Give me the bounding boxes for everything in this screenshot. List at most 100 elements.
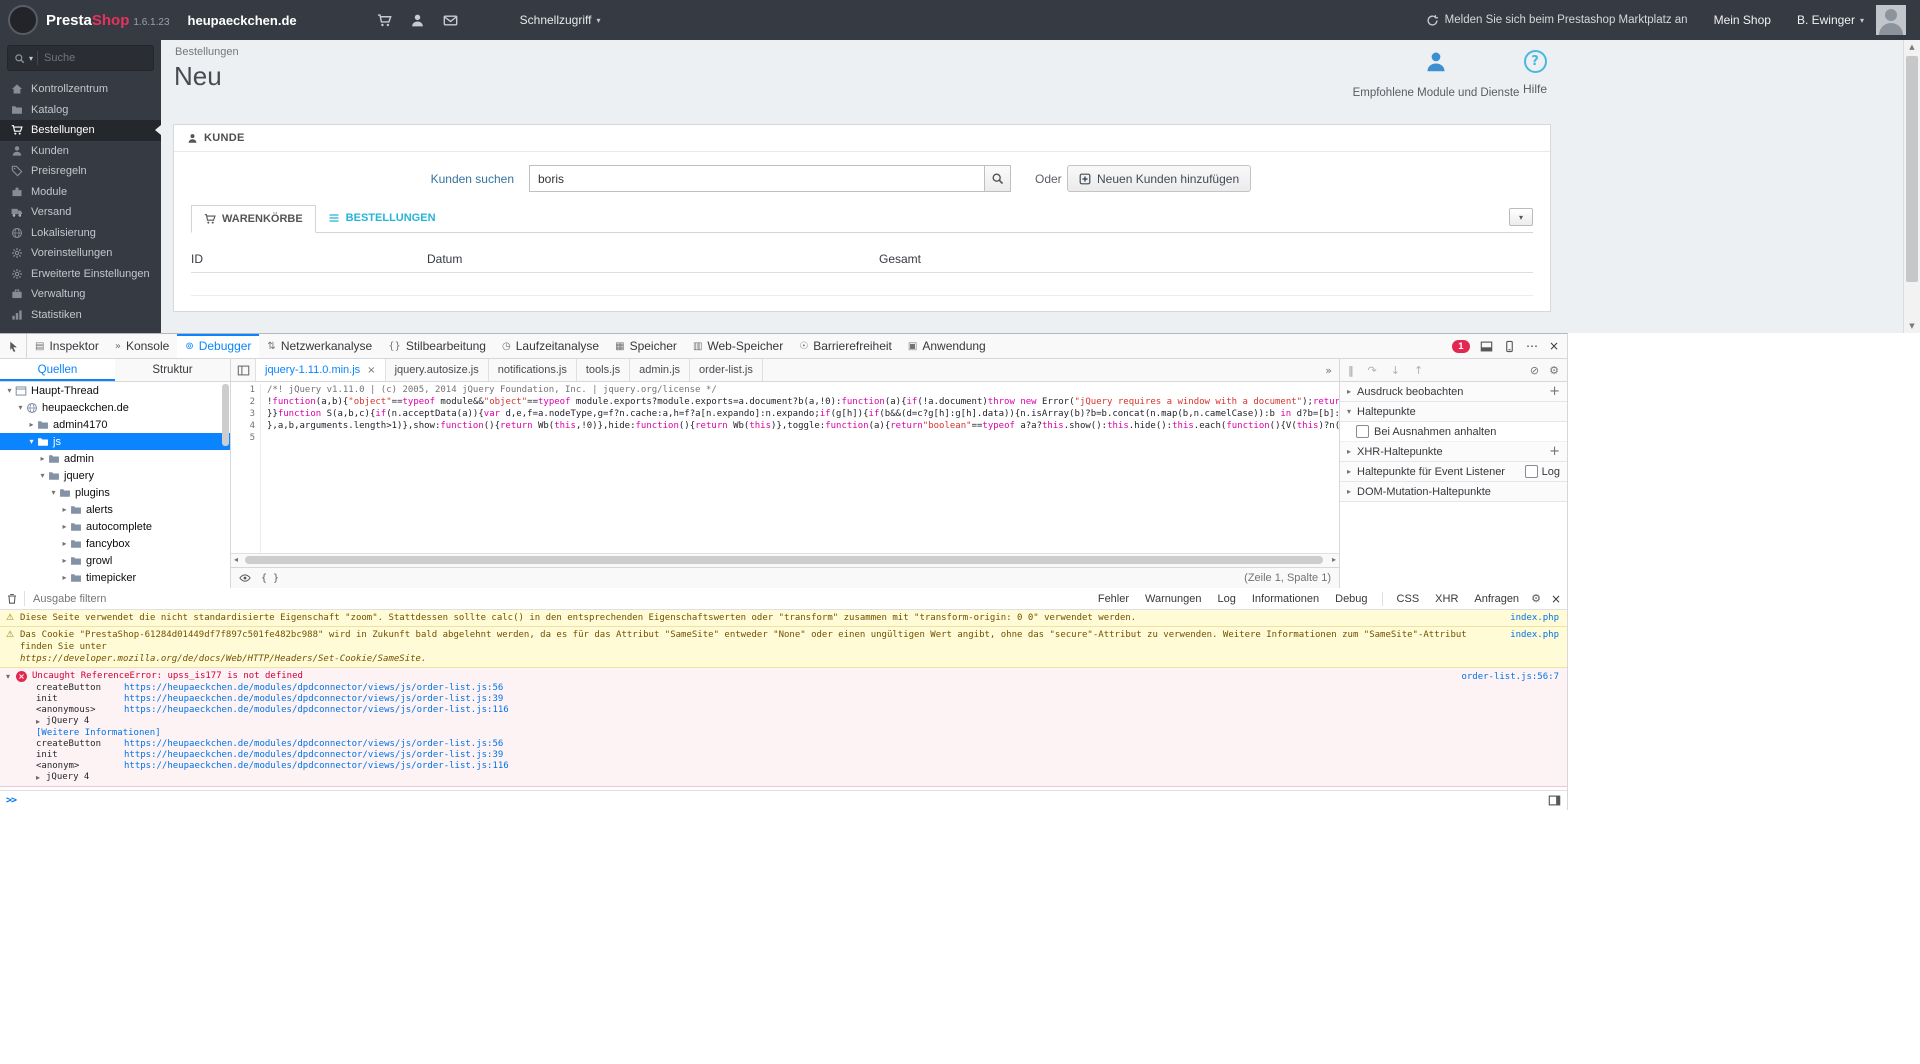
section-ausdruck-beobachten[interactable]: ▸ Ausdruck beobachten + [1340,382,1567,402]
sidebar-item-lokalisierung[interactable]: Lokalisierung [0,223,161,244]
quick-access-menu[interactable]: Schnellzugriff ▾ [520,13,601,27]
sidebar-item-voreinstellungen[interactable]: Voreinstellungen [0,243,161,264]
add-icon[interactable]: + [1549,444,1560,459]
filter-fehler[interactable]: Fehler [1092,592,1135,606]
marketplace-link[interactable]: Melden Sie sich beim Prestashop Marktpla… [1426,14,1688,27]
expand-caret-icon[interactable]: ▸ [26,420,37,429]
clear-console-icon[interactable] [6,593,18,605]
tree-item-fancybox[interactable]: ▸ fancybox [0,535,230,552]
messages-icon[interactable] [443,13,458,28]
filter-xhr[interactable]: XHR [1429,592,1464,606]
message-location[interactable]: index.php [1510,612,1559,624]
tree-item-admin4170[interactable]: ▸ admin4170 [0,416,230,433]
split-console-icon[interactable] [1480,340,1493,353]
pause-on-exceptions-row[interactable]: Bei Ausnahmen anhalten [1340,422,1567,442]
sidebar-item-verwaltung[interactable]: Verwaltung [0,284,161,305]
collapse-caret-icon[interactable]: ▾ [15,403,26,412]
expand-caret-icon[interactable]: ▸ [59,522,70,531]
my-shop-link[interactable]: Mein Shop [1714,13,1771,27]
collapse-caret-icon[interactable]: ▾ [26,437,37,446]
stack-link[interactable]: https://heupaeckchen.de/modules/dpdconne… [124,739,503,750]
recommended-modules-link[interactable]: Empfohlene Module und Dienste [1351,50,1521,99]
file-tab-notifications-js[interactable]: notifications.js [489,359,577,381]
tree-item-heupaeckchen-de[interactable]: ▾ heupaeckchen.de [0,399,230,416]
blackbox-source-icon[interactable] [239,572,251,584]
stack-group[interactable]: ▸ jQuery 4 [36,772,1559,783]
step-in-icon[interactable]: ↓ [1391,364,1400,377]
filter-css[interactable]: CSS [1391,592,1426,606]
log-checkbox[interactable] [1524,465,1538,478]
expand-caret-icon[interactable]: ▸ [37,454,48,463]
scroll-left-icon[interactable]: ◂ [234,555,238,564]
console-prompt[interactable]: >> [0,790,1567,810]
expand-caret-icon[interactable]: ▸ [59,556,70,565]
expand-caret-icon[interactable]: ▸ [36,716,46,727]
devtools-tab-netzwerkanalyse[interactable]: ⇅ Netzwerkanalyse [259,334,380,358]
devtools-tab-barrierefreiheit[interactable]: ☉ Barrierefreiheit [791,334,900,358]
close-tab-icon[interactable]: × [367,365,375,376]
section-xhr-haltepunkte[interactable]: ▸ XHR-Haltepunkte + [1340,442,1567,462]
filter-log[interactable]: Log [1212,592,1242,606]
cart-icon[interactable] [377,13,392,28]
tree-item-jquery[interactable]: ▾ jquery [0,467,230,484]
file-tab-admin-js[interactable]: admin.js [630,359,691,381]
message-location[interactable]: order-list.js:56:7 [1461,671,1559,683]
customer-search-input[interactable] [529,165,984,192]
sidebar-item-preisregeln[interactable]: Preisregeln [0,161,161,182]
pick-element-button[interactable] [0,334,27,358]
line-number[interactable]: 3 [231,408,255,420]
stack-link[interactable]: https://heupaeckchen.de/modules/dpdconne… [124,761,509,772]
devtools-tab-laufzeitanalyse[interactable]: ◷ Laufzeitanalyse [494,334,607,358]
shop-name[interactable]: heupaeckchen.de [188,13,297,28]
scrollbar-thumb[interactable] [245,556,1323,564]
stack-link[interactable]: https://heupaeckchen.de/modules/dpdconne… [124,750,503,761]
page-scrollbar[interactable]: ▲ ▼ [1903,40,1920,333]
collapse-caret-icon[interactable]: ▾ [4,386,15,395]
add-customer-button[interactable]: Neuen Kunden hinzufügen [1067,165,1252,192]
filter-debug[interactable]: Debug [1329,592,1373,606]
tree-item-plugins[interactable]: ▾ plugins [0,484,230,501]
file-tab-jquery-1-11-0-min-js[interactable]: jquery-1.11.0.min.js × [256,359,386,381]
tab-overflow-icon[interactable]: » [1318,359,1339,381]
sidebar-item-bestellungen[interactable]: Bestellungen [0,120,161,141]
disable-breakpoints-icon[interactable]: ⊘ [1530,364,1539,377]
error-count-badge[interactable]: 1 [1451,339,1470,353]
stack-link[interactable]: https://heupaeckchen.de/modules/dpdconne… [124,694,503,705]
collapse-caret-icon[interactable]: ▾ [48,488,59,497]
step-out-icon[interactable]: ↑ [1414,364,1423,377]
filter-anfragen[interactable]: Anfragen [1468,592,1525,606]
collapse-panel-button[interactable]: ▾ [1509,208,1533,226]
tab-struktur[interactable]: Struktur [115,359,230,381]
sidebar-item-module[interactable]: Module [0,182,161,203]
sidebar-item-erweiterte-einstellungen[interactable]: Erweiterte Einstellungen [0,264,161,285]
section-dom-mutation-haltepunkte[interactable]: ▸ DOM-Mutation-Haltepunkte [1340,482,1567,502]
devtools-tab-konsole[interactable]: » Konsole [107,334,178,358]
line-number[interactable]: 4 [231,420,255,432]
stack-group[interactable]: ▸ jQuery 4 [36,716,1559,727]
pause-exceptions-checkbox[interactable] [1356,425,1369,438]
line-number[interactable]: 2 [231,396,255,408]
devtools-tab-speicher[interactable]: ▦ Speicher [607,334,685,358]
horizontal-scrollbar[interactable]: ◂ ▸ [231,553,1339,567]
close-split-console-icon[interactable]: × [1551,592,1561,606]
tree-item-timepicker[interactable]: ▸ timepicker [0,569,230,586]
expand-caret-icon[interactable]: ▸ [59,539,70,548]
line-number[interactable]: 1 [231,384,255,396]
sidebar-item-katalog[interactable]: Katalog [0,100,161,121]
file-tab-tools-js[interactable]: tools.js [577,359,631,381]
message-location[interactable]: index.php [1510,629,1559,641]
filter-informationen[interactable]: Informationen [1246,592,1325,606]
filter-warnungen[interactable]: Warnungen [1139,592,1207,606]
sidebar-item-kontrollzentrum[interactable]: Kontrollzentrum [0,79,161,100]
tab-warenkorbe[interactable]: WARENKÖRBE [191,205,316,233]
toggle-console-sidebar-icon[interactable] [1548,794,1561,807]
line-number[interactable]: 5 [231,432,255,444]
close-devtools-icon[interactable]: × [1549,339,1559,353]
devtools-tab-web-speicher[interactable]: ▥ Web-Speicher [685,334,791,358]
file-tab-jquery-autosize-js[interactable]: jquery.autosize.js [386,359,489,381]
expand-caret-icon[interactable]: ▸ [36,772,46,783]
customer-icon[interactable] [410,13,425,28]
sidebar-item-statistiken[interactable]: Statistiken [0,305,161,326]
responsive-mode-icon[interactable] [1503,340,1516,353]
devtools-tab-debugger[interactable]: ⊚ Debugger [177,334,260,358]
